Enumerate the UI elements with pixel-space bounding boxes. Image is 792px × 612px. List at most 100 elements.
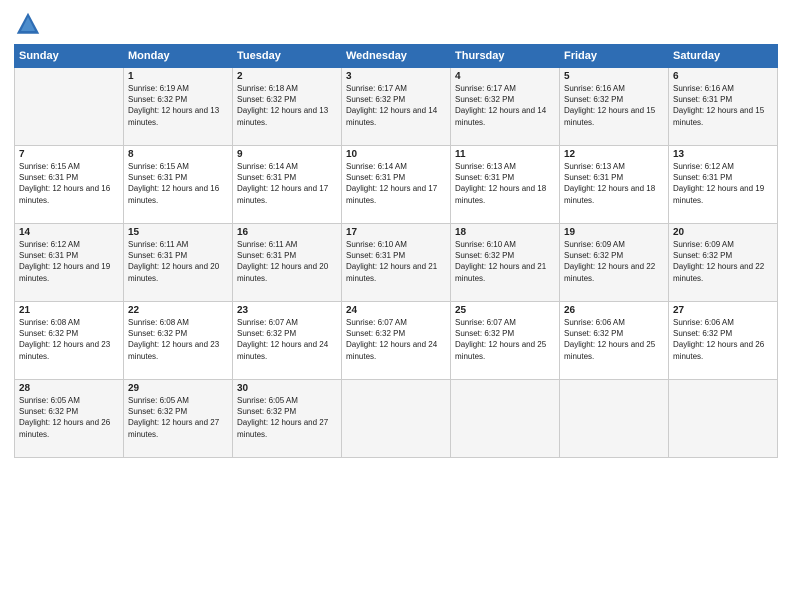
calendar-cell [669, 380, 778, 458]
calendar-cell: 22Sunrise: 6:08 AMSunset: 6:32 PMDayligh… [124, 302, 233, 380]
day-info: Sunrise: 6:19 AMSunset: 6:32 PMDaylight:… [128, 83, 228, 128]
day-number: 12 [564, 149, 664, 160]
day-number: 8 [128, 149, 228, 160]
day-number: 10 [346, 149, 446, 160]
day-info: Sunrise: 6:17 AMSunset: 6:32 PMDaylight:… [455, 83, 555, 128]
calendar-cell: 16Sunrise: 6:11 AMSunset: 6:31 PMDayligh… [233, 224, 342, 302]
day-number: 30 [237, 383, 337, 394]
calendar-cell: 6Sunrise: 6:16 AMSunset: 6:31 PMDaylight… [669, 68, 778, 146]
calendar-cell: 10Sunrise: 6:14 AMSunset: 6:31 PMDayligh… [342, 146, 451, 224]
calendar-cell: 4Sunrise: 6:17 AMSunset: 6:32 PMDaylight… [451, 68, 560, 146]
day-number: 24 [346, 305, 446, 316]
day-info: Sunrise: 6:11 AMSunset: 6:31 PMDaylight:… [128, 239, 228, 284]
day-number: 2 [237, 71, 337, 82]
day-number: 9 [237, 149, 337, 160]
day-info: Sunrise: 6:12 AMSunset: 6:31 PMDaylight:… [673, 161, 773, 206]
calendar-week-row: 21Sunrise: 6:08 AMSunset: 6:32 PMDayligh… [15, 302, 778, 380]
day-number: 15 [128, 227, 228, 238]
day-info: Sunrise: 6:05 AMSunset: 6:32 PMDaylight:… [237, 395, 337, 440]
day-number: 1 [128, 71, 228, 82]
day-info: Sunrise: 6:09 AMSunset: 6:32 PMDaylight:… [673, 239, 773, 284]
day-number: 19 [564, 227, 664, 238]
day-info: Sunrise: 6:12 AMSunset: 6:31 PMDaylight:… [19, 239, 119, 284]
day-number: 22 [128, 305, 228, 316]
calendar-week-row: 28Sunrise: 6:05 AMSunset: 6:32 PMDayligh… [15, 380, 778, 458]
calendar-cell: 19Sunrise: 6:09 AMSunset: 6:32 PMDayligh… [560, 224, 669, 302]
calendar-cell: 17Sunrise: 6:10 AMSunset: 6:31 PMDayligh… [342, 224, 451, 302]
calendar-cell: 21Sunrise: 6:08 AMSunset: 6:32 PMDayligh… [15, 302, 124, 380]
day-info: Sunrise: 6:08 AMSunset: 6:32 PMDaylight:… [19, 317, 119, 362]
calendar-cell: 27Sunrise: 6:06 AMSunset: 6:32 PMDayligh… [669, 302, 778, 380]
calendar-cell: 15Sunrise: 6:11 AMSunset: 6:31 PMDayligh… [124, 224, 233, 302]
day-number: 20 [673, 227, 773, 238]
day-info: Sunrise: 6:14 AMSunset: 6:31 PMDaylight:… [346, 161, 446, 206]
day-info: Sunrise: 6:11 AMSunset: 6:31 PMDaylight:… [237, 239, 337, 284]
calendar-cell: 2Sunrise: 6:18 AMSunset: 6:32 PMDaylight… [233, 68, 342, 146]
day-info: Sunrise: 6:13 AMSunset: 6:31 PMDaylight:… [564, 161, 664, 206]
day-info: Sunrise: 6:18 AMSunset: 6:32 PMDaylight:… [237, 83, 337, 128]
day-number: 14 [19, 227, 119, 238]
calendar-cell: 3Sunrise: 6:17 AMSunset: 6:32 PMDaylight… [342, 68, 451, 146]
column-header-saturday: Saturday [669, 45, 778, 68]
calendar-cell [342, 380, 451, 458]
logo [14, 10, 46, 38]
day-info: Sunrise: 6:16 AMSunset: 6:31 PMDaylight:… [673, 83, 773, 128]
day-info: Sunrise: 6:08 AMSunset: 6:32 PMDaylight:… [128, 317, 228, 362]
day-number: 21 [19, 305, 119, 316]
day-number: 11 [455, 149, 555, 160]
calendar-cell: 29Sunrise: 6:05 AMSunset: 6:32 PMDayligh… [124, 380, 233, 458]
calendar-cell: 12Sunrise: 6:13 AMSunset: 6:31 PMDayligh… [560, 146, 669, 224]
day-info: Sunrise: 6:07 AMSunset: 6:32 PMDaylight:… [346, 317, 446, 362]
day-number: 23 [237, 305, 337, 316]
day-info: Sunrise: 6:07 AMSunset: 6:32 PMDaylight:… [455, 317, 555, 362]
day-info: Sunrise: 6:10 AMSunset: 6:32 PMDaylight:… [455, 239, 555, 284]
calendar-cell: 9Sunrise: 6:14 AMSunset: 6:31 PMDaylight… [233, 146, 342, 224]
header [14, 10, 778, 38]
calendar-cell [560, 380, 669, 458]
day-number: 27 [673, 305, 773, 316]
calendar-header-row: SundayMondayTuesdayWednesdayThursdayFrid… [15, 45, 778, 68]
day-info: Sunrise: 6:05 AMSunset: 6:32 PMDaylight:… [19, 395, 119, 440]
day-number: 18 [455, 227, 555, 238]
day-number: 5 [564, 71, 664, 82]
logo-icon [14, 10, 42, 38]
calendar-cell [15, 68, 124, 146]
day-info: Sunrise: 6:16 AMSunset: 6:32 PMDaylight:… [564, 83, 664, 128]
calendar-cell: 25Sunrise: 6:07 AMSunset: 6:32 PMDayligh… [451, 302, 560, 380]
calendar-week-row: 7Sunrise: 6:15 AMSunset: 6:31 PMDaylight… [15, 146, 778, 224]
calendar-week-row: 1Sunrise: 6:19 AMSunset: 6:32 PMDaylight… [15, 68, 778, 146]
day-info: Sunrise: 6:06 AMSunset: 6:32 PMDaylight:… [564, 317, 664, 362]
calendar-cell: 18Sunrise: 6:10 AMSunset: 6:32 PMDayligh… [451, 224, 560, 302]
calendar-cell: 20Sunrise: 6:09 AMSunset: 6:32 PMDayligh… [669, 224, 778, 302]
page-container: SundayMondayTuesdayWednesdayThursdayFrid… [0, 0, 792, 468]
calendar-cell: 5Sunrise: 6:16 AMSunset: 6:32 PMDaylight… [560, 68, 669, 146]
day-info: Sunrise: 6:06 AMSunset: 6:32 PMDaylight:… [673, 317, 773, 362]
calendar-cell: 24Sunrise: 6:07 AMSunset: 6:32 PMDayligh… [342, 302, 451, 380]
day-info: Sunrise: 6:15 AMSunset: 6:31 PMDaylight:… [19, 161, 119, 206]
calendar-cell: 11Sunrise: 6:13 AMSunset: 6:31 PMDayligh… [451, 146, 560, 224]
calendar-cell: 28Sunrise: 6:05 AMSunset: 6:32 PMDayligh… [15, 380, 124, 458]
column-header-friday: Friday [560, 45, 669, 68]
day-number: 13 [673, 149, 773, 160]
day-number: 4 [455, 71, 555, 82]
day-info: Sunrise: 6:14 AMSunset: 6:31 PMDaylight:… [237, 161, 337, 206]
column-header-tuesday: Tuesday [233, 45, 342, 68]
day-number: 26 [564, 305, 664, 316]
day-info: Sunrise: 6:09 AMSunset: 6:32 PMDaylight:… [564, 239, 664, 284]
calendar-cell: 14Sunrise: 6:12 AMSunset: 6:31 PMDayligh… [15, 224, 124, 302]
day-number: 6 [673, 71, 773, 82]
day-number: 17 [346, 227, 446, 238]
day-info: Sunrise: 6:07 AMSunset: 6:32 PMDaylight:… [237, 317, 337, 362]
day-number: 25 [455, 305, 555, 316]
column-header-monday: Monday [124, 45, 233, 68]
day-number: 16 [237, 227, 337, 238]
calendar-cell: 13Sunrise: 6:12 AMSunset: 6:31 PMDayligh… [669, 146, 778, 224]
day-number: 28 [19, 383, 119, 394]
day-info: Sunrise: 6:17 AMSunset: 6:32 PMDaylight:… [346, 83, 446, 128]
day-info: Sunrise: 6:05 AMSunset: 6:32 PMDaylight:… [128, 395, 228, 440]
calendar-cell: 7Sunrise: 6:15 AMSunset: 6:31 PMDaylight… [15, 146, 124, 224]
calendar-cell [451, 380, 560, 458]
calendar-cell: 1Sunrise: 6:19 AMSunset: 6:32 PMDaylight… [124, 68, 233, 146]
column-header-thursday: Thursday [451, 45, 560, 68]
day-number: 29 [128, 383, 228, 394]
